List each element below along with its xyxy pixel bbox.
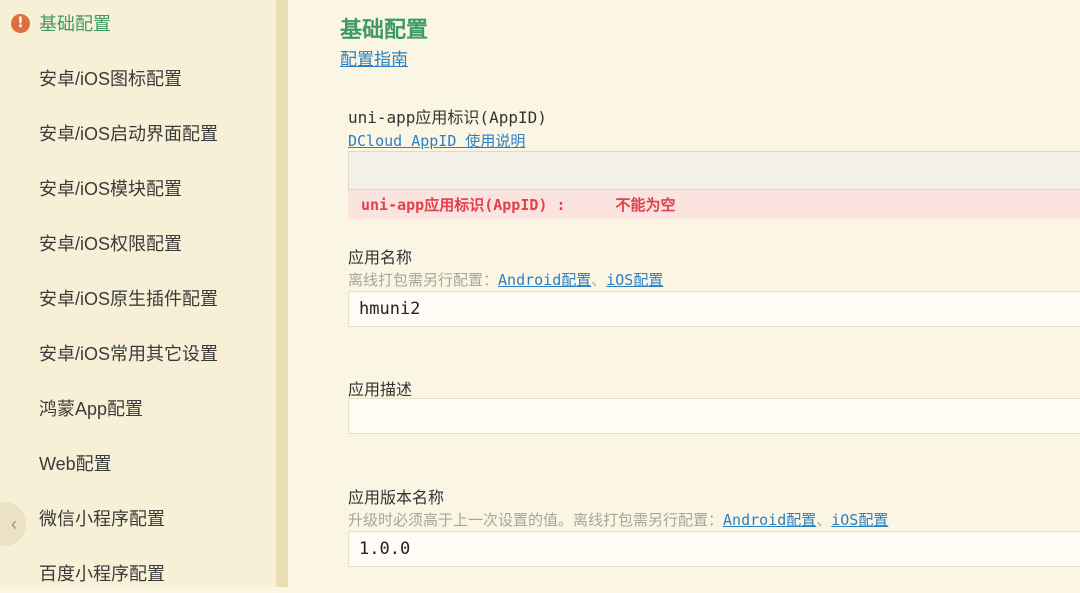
sidebar-item-wechat-config[interactable]: 微信小程序配置 <box>0 498 276 538</box>
sidebar-item-other-settings[interactable]: 安卓/iOS常用其它设置 <box>0 333 276 373</box>
chevron-left-icon: ‹ <box>11 513 17 534</box>
sidebar-item-label: 安卓/iOS模块配置 <box>39 179 183 199</box>
version-name-hint: 升级时必须高于上一次设置的值。离线打包需另行配置：Android配置、iOS配置 <box>348 509 888 530</box>
sidebar-item-icon-config[interactable]: 安卓/iOS图标配置 <box>0 58 276 98</box>
appid-input[interactable] <box>348 151 1080 190</box>
sidebar-item-label: 基础配置 <box>39 14 111 34</box>
main-content: 基础配置 配置指南 uni-app应用标识(AppID) DCloud AppI… <box>288 0 1080 587</box>
sidebar-item-label: 安卓/iOS启动界面配置 <box>39 124 219 144</box>
sidebar-item-splash-config[interactable]: 安卓/iOS启动界面配置 <box>0 113 276 153</box>
android-config-link[interactable]: Android配置 <box>723 511 816 529</box>
sidebar-item-module-config[interactable]: 安卓/iOS模块配置 <box>0 168 276 208</box>
version-name-label: 应用版本名称 <box>348 488 445 507</box>
sidebar-item-label: 安卓/iOS原生插件配置 <box>39 289 219 309</box>
hint-text: 离线打包需另行配置： <box>348 272 499 289</box>
sidebar-item-label: 安卓/iOS权限配置 <box>39 234 183 254</box>
config-guide-link[interactable]: 配置指南 <box>340 45 408 70</box>
hint-separator: 、 <box>591 272 607 289</box>
sidebar-item-web-config[interactable]: Web配置 <box>0 443 276 483</box>
app-name-input[interactable]: hmuni2 <box>348 291 1080 327</box>
version-name-input[interactable]: 1.0.0 <box>348 531 1080 567</box>
android-config-link[interactable]: Android配置 <box>498 271 591 289</box>
sidebar-item-label: Web配置 <box>39 454 112 474</box>
appid-label: uni-app应用标识(AppID) <box>348 108 547 127</box>
app-name-label: 应用名称 <box>348 248 413 267</box>
appid-error-message: uni-app应用标识(AppID) : 不能为空 <box>348 190 1080 219</box>
sidebar-item-label: 微信小程序配置 <box>39 509 165 529</box>
app-desc-input[interactable] <box>348 398 1080 434</box>
page-title: 基础配置 <box>340 17 429 42</box>
sidebar-item-harmony-config[interactable]: 鸿蒙App配置 <box>0 388 276 428</box>
warning-icon: ! <box>11 13 30 33</box>
sidebar-item-permission-config[interactable]: 安卓/iOS权限配置 <box>0 223 276 263</box>
sidebar-item-label: 百度小程序配置 <box>39 564 165 584</box>
error-text: 不能为空 <box>615 196 676 214</box>
hint-separator: 、 <box>816 512 832 529</box>
sidebar-divider <box>276 0 288 587</box>
hint-text: 升级时必须高于上一次设置的值。离线打包需另行配置： <box>348 512 724 529</box>
appid-help-link[interactable]: DCloud AppID 使用说明 <box>348 130 525 151</box>
sidebar-item-label: 鸿蒙App配置 <box>39 399 144 419</box>
app-desc-label: 应用描述 <box>348 380 413 399</box>
app-name-hint: 离线打包需另行配置：Android配置、iOS配置 <box>348 269 663 290</box>
sidebar-item-basic-config[interactable]: ! 基础配置 <box>0 3 276 43</box>
error-field-name: uni-app应用标识(AppID) : <box>361 196 566 214</box>
ios-config-link[interactable]: iOS配置 <box>831 511 888 529</box>
sidebar-item-label: 安卓/iOS常用其它设置 <box>39 344 219 364</box>
sidebar-item-baidu-config[interactable]: 百度小程序配置 <box>0 553 276 593</box>
ios-config-link[interactable]: iOS配置 <box>606 271 663 289</box>
sidebar-item-native-plugin-config[interactable]: 安卓/iOS原生插件配置 <box>0 278 276 318</box>
sidebar-item-label: 安卓/iOS图标配置 <box>39 69 183 89</box>
sidebar: ! 基础配置 安卓/iOS图标配置 安卓/iOS启动界面配置 安卓/iOS模块配… <box>0 0 276 587</box>
